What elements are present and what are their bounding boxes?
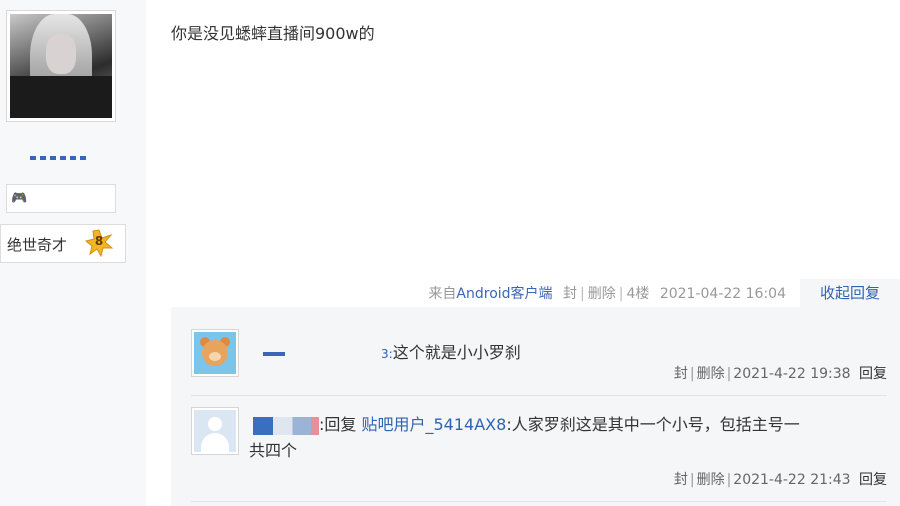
reply-content-line1: :人家罗刹这是其中一个小号，包括主号一 xyxy=(506,415,800,434)
reply-avatar[interactable] xyxy=(191,329,239,377)
reply-meta: 封 | 删除 | 2021-4-22 21:43 回复 xyxy=(673,472,887,488)
level-number: 8 xyxy=(94,234,104,248)
author-sidebar: 🎮 绝世奇才 8 xyxy=(0,0,146,506)
reply-timestamp: 2021-4-22 19:38 xyxy=(733,366,851,382)
reply-divider xyxy=(191,395,887,396)
reply-username-tail[interactable]: 3: xyxy=(381,347,393,361)
block-link[interactable]: 封 xyxy=(674,366,688,382)
delete-link[interactable]: 删除 xyxy=(697,472,725,488)
game-controller-icon: 🎮 xyxy=(11,191,28,206)
level-star-icon: 8 xyxy=(84,229,114,258)
post-content: 你是没见蟋蟀直播间900w的 xyxy=(171,24,375,43)
author-name-redacted[interactable] xyxy=(30,156,88,160)
default-user-icon xyxy=(194,410,236,452)
post-tail: 来自Android客户端 封 | 删除 | 4楼 2021-04-22 16:04 收起… xyxy=(170,279,900,307)
reply-username-redacted[interactable] xyxy=(253,416,319,435)
reply-button[interactable]: 回复 xyxy=(859,366,887,382)
reply-content: 这个就是小小罗刹 xyxy=(392,343,521,362)
reply-prefix: :回复 xyxy=(319,415,357,434)
reply-divider xyxy=(191,501,887,502)
reply-username-redacted[interactable] xyxy=(263,351,285,356)
block-link[interactable]: 封 xyxy=(563,286,577,302)
bear-avatar-icon xyxy=(194,332,236,374)
reply-item: 3:这个就是小小罗刹 封 | 删除 | 2021-4-22 19:38 回复 xyxy=(191,329,887,409)
post-timestamp: 2021-04-22 16:04 xyxy=(659,286,786,302)
level-badge[interactable]: 绝世奇才 8 xyxy=(0,224,126,263)
reply-text: 3:这个就是小小罗刹 xyxy=(253,339,521,363)
delete-link[interactable]: 删除 xyxy=(588,286,616,302)
floor-number: 4楼 xyxy=(626,286,650,302)
avatar-image xyxy=(10,14,112,118)
block-link[interactable]: 封 xyxy=(674,472,688,488)
collapse-replies-button[interactable]: 收起回复 xyxy=(800,279,900,307)
reply-content-line2: 共四个 xyxy=(249,441,298,460)
reply-timestamp: 2021-4-22 21:43 xyxy=(733,472,851,488)
reply-text: :回复 贴吧用户_5414AX8:人家罗刹这是其中一个小号，包括主号一 xyxy=(253,411,800,435)
member-badge[interactable]: 🎮 xyxy=(6,184,116,213)
reply-item: :回复 贴吧用户_5414AX8:人家罗刹这是其中一个小号，包括主号一 共四个 … xyxy=(191,407,887,497)
reply-button[interactable]: 回复 xyxy=(859,472,887,488)
reply-to-user-link[interactable]: 贴吧用户_5414AX8 xyxy=(362,415,507,434)
author-avatar[interactable] xyxy=(6,10,116,122)
source-client-link[interactable]: Android客户端 xyxy=(456,286,552,302)
post-meta: 来自Android客户端 封 | 删除 | 4楼 2021-04-22 16:04 xyxy=(428,286,786,302)
reply-avatar[interactable] xyxy=(191,407,239,455)
delete-link[interactable]: 删除 xyxy=(697,366,725,382)
reply-meta: 封 | 删除 | 2021-4-22 19:38 回复 xyxy=(673,366,887,382)
source-prefix: 来自 xyxy=(428,286,457,302)
level-title: 绝世奇才 xyxy=(7,236,68,254)
reply-list: 3:这个就是小小罗刹 封 | 删除 | 2021-4-22 19:38 回复 :回复 贴… xyxy=(171,307,900,506)
